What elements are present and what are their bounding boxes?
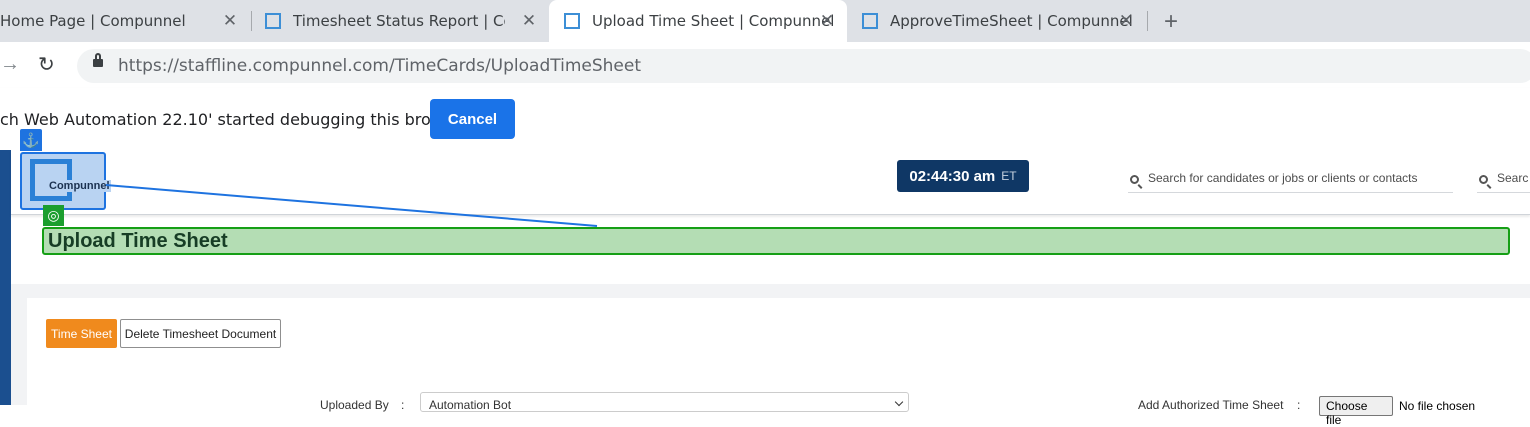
label-colon: :: [1297, 398, 1301, 412]
uploaded-by-select[interactable]: Automation Bot: [420, 392, 909, 412]
authorized-time-sheet-label: Add Authorized Time Sheet: [1138, 398, 1284, 412]
tab-time-sheet[interactable]: Time Sheet: [46, 319, 117, 348]
choose-file-button[interactable]: Choose file: [1319, 396, 1393, 427]
file-status: No file chosen: [1399, 399, 1476, 413]
content-card: [27, 298, 1530, 405]
tab-delete-timesheet-document[interactable]: Delete Timesheet Document: [120, 319, 281, 348]
uploaded-by-value: Automation Bot: [429, 398, 512, 412]
label-colon: :: [401, 398, 405, 412]
uploaded-by-label: Uploaded By: [320, 398, 389, 412]
